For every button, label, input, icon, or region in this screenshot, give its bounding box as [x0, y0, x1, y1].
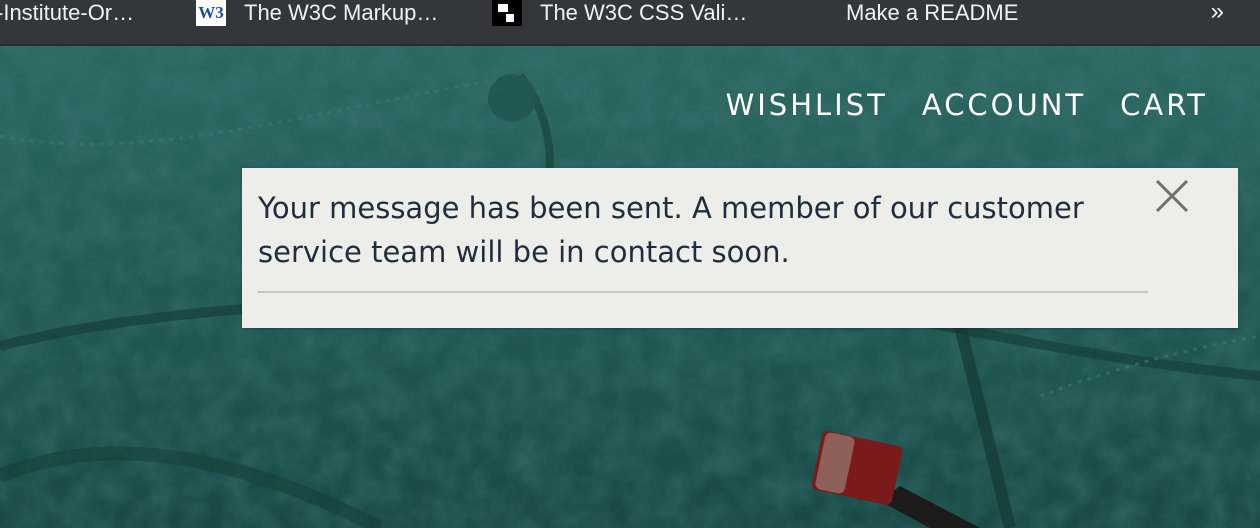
bookmark-label: -Institute-Or…	[0, 0, 135, 25]
bookmark-item[interactable]: -Institute-Or…	[0, 0, 134, 26]
success-alert: Your message has been sent. A member of …	[242, 168, 1238, 328]
bookmark-label: Make a README	[846, 0, 1019, 25]
bookmarks-overflow-icon[interactable]: »	[1211, 0, 1224, 26]
bookmark-label: The W3C Markup…	[244, 0, 439, 25]
wishlist-link[interactable]: WISHLIST	[726, 88, 888, 122]
w3c-icon: W3	[196, 0, 226, 26]
alert-message: Your message has been sent. A member of …	[258, 191, 1084, 269]
account-link[interactable]: ACCOUNT	[922, 88, 1086, 122]
bookmark-item[interactable]: W3 The W3C Markup…	[196, 0, 438, 26]
qr-favicon-icon	[492, 0, 522, 26]
alert-divider	[258, 291, 1148, 293]
bookmark-item[interactable]: Make a README	[846, 0, 1018, 26]
top-nav: WISHLIST ACCOUNT CART	[726, 88, 1208, 122]
cart-link[interactable]: CART	[1120, 88, 1208, 122]
bookmarks-bar: -Institute-Or… W3 The W3C Markup… The W3…	[0, 0, 1260, 46]
bookmark-item[interactable]: The W3C CSS Vali…	[492, 0, 747, 26]
bookmark-label: The W3C CSS Vali…	[540, 0, 748, 25]
close-icon[interactable]	[1154, 178, 1190, 214]
